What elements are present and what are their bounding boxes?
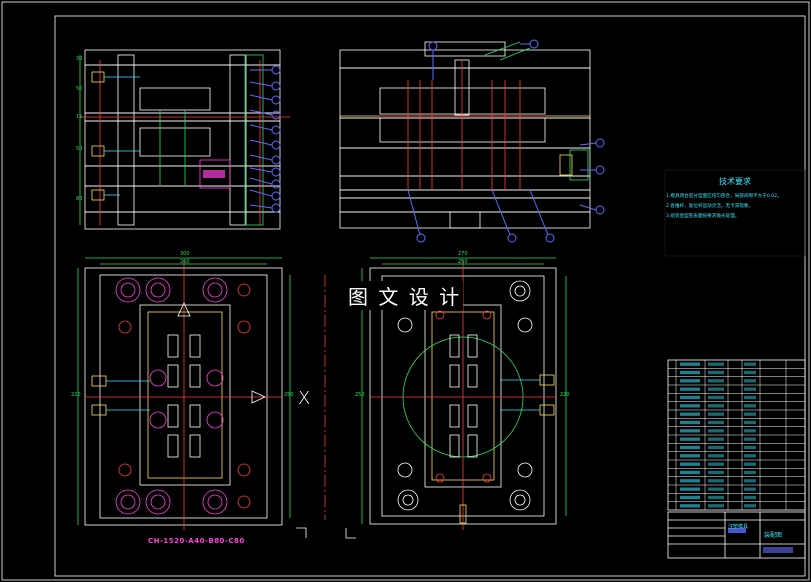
bom-cell-text (744, 404, 756, 408)
bom-cell-text (680, 487, 700, 491)
bom-cell-text (680, 437, 700, 441)
dim-b1: 270 (458, 251, 468, 257)
bom-cell-text (744, 379, 756, 383)
bom-cell-text (708, 404, 724, 408)
bom-cell-text (680, 495, 700, 500)
bom-cell-text (744, 437, 756, 441)
bom-cell-text (744, 362, 756, 366)
section-view-right (339, 39, 605, 243)
bom-cell-text (680, 387, 700, 391)
bom-cell-text (680, 445, 700, 450)
bom-cell-text (744, 420, 756, 425)
dim-right-side-2: 220 (560, 392, 570, 398)
svg-text:50: 50 (76, 86, 82, 92)
bom-cell-text (708, 495, 724, 500)
bom-cell-text (744, 454, 756, 458)
bom-cell-text (744, 387, 756, 391)
bom-cell-text (680, 470, 700, 475)
dim-b2: 250 (458, 259, 468, 265)
bom-cell-text (744, 470, 756, 475)
bom-cell-text (680, 370, 700, 375)
bom-cell-text (708, 370, 724, 375)
bom-cell-text (744, 370, 756, 375)
bom-cell-text (744, 462, 756, 466)
bom-cell-text (708, 362, 724, 366)
svg-text:30: 30 (76, 56, 82, 62)
section-view-left: 30 50 15 50 80 (76, 49, 290, 230)
tech-requirements: 技术要求 1.模具闭合后分型面应均匀密合，局部间隙不大于0.02。 2.各推杆、… (666, 176, 804, 220)
tech-title: 技术要求 (719, 177, 751, 186)
bom-cell-text (708, 387, 724, 391)
bom-cell-text (708, 479, 724, 483)
bom-cell-text (744, 445, 756, 450)
title-block-name: 注塑模具 (728, 524, 749, 530)
svg-text:50: 50 (76, 146, 82, 152)
bom-cell-text (680, 454, 700, 458)
bom-cell-text (708, 412, 724, 416)
bom-cell-text (708, 487, 724, 491)
dim-a1: 300 (180, 251, 190, 257)
svg-text:80: 80 (76, 196, 82, 202)
part-number-label: CH-1520-A40-B80-C80 (148, 537, 245, 545)
tech-line-1: 1.模具闭合后分型面应均匀密合，局部间隙不大于0.02。 (666, 194, 782, 199)
bom-cell-text (680, 362, 700, 366)
bom-cell-text (744, 395, 756, 400)
bom-cell-text (708, 395, 724, 400)
dim-a2: 260 (180, 259, 190, 265)
bom-cell-text (744, 487, 756, 491)
bom-cell-text (708, 454, 724, 458)
bom-cell-text (708, 429, 724, 433)
bom-cell-text (680, 504, 700, 508)
title-block-type: 装配图 (764, 532, 783, 539)
bom-cell-text (708, 379, 724, 383)
svg-text:15: 15 (76, 114, 82, 120)
bom-cell-text (744, 429, 756, 433)
bom-cell-text (680, 429, 700, 433)
section-mark: X (298, 388, 311, 409)
bom-cell-text (744, 495, 756, 500)
bom-cell-text (680, 412, 700, 416)
dim-left-side-2: 250 (284, 392, 294, 398)
tech-line-2: 2.各推杆、复位杆运动灵活，无卡滞现象。 (666, 204, 754, 209)
bom-cell-text (680, 479, 700, 483)
bom-cell-text (744, 412, 756, 416)
bom-cell-text (708, 437, 724, 441)
bom-cell-text (680, 395, 700, 400)
plan-view-left (77, 257, 291, 530)
watermark: 图 文 设 计 (346, 281, 464, 310)
bom-cell-text (708, 462, 724, 466)
bom-cell-text (744, 504, 756, 508)
bom-cell-text (708, 445, 724, 450)
bom-cell-text (680, 404, 700, 408)
dim-right-side-1: 250 (355, 392, 365, 398)
bom-cell-text (680, 379, 700, 383)
bom-cell-text (708, 420, 724, 425)
bom-cell-text (744, 479, 756, 483)
dim-left-side-1: 220 (71, 392, 81, 398)
bom-cell-text (680, 420, 700, 425)
bom-cell-text (708, 504, 724, 508)
tech-line-3: 3.组装后型腔表面按要求抛光处理。 (666, 214, 740, 219)
bom-cell-text (680, 462, 700, 466)
bom-cell-text (708, 470, 724, 475)
